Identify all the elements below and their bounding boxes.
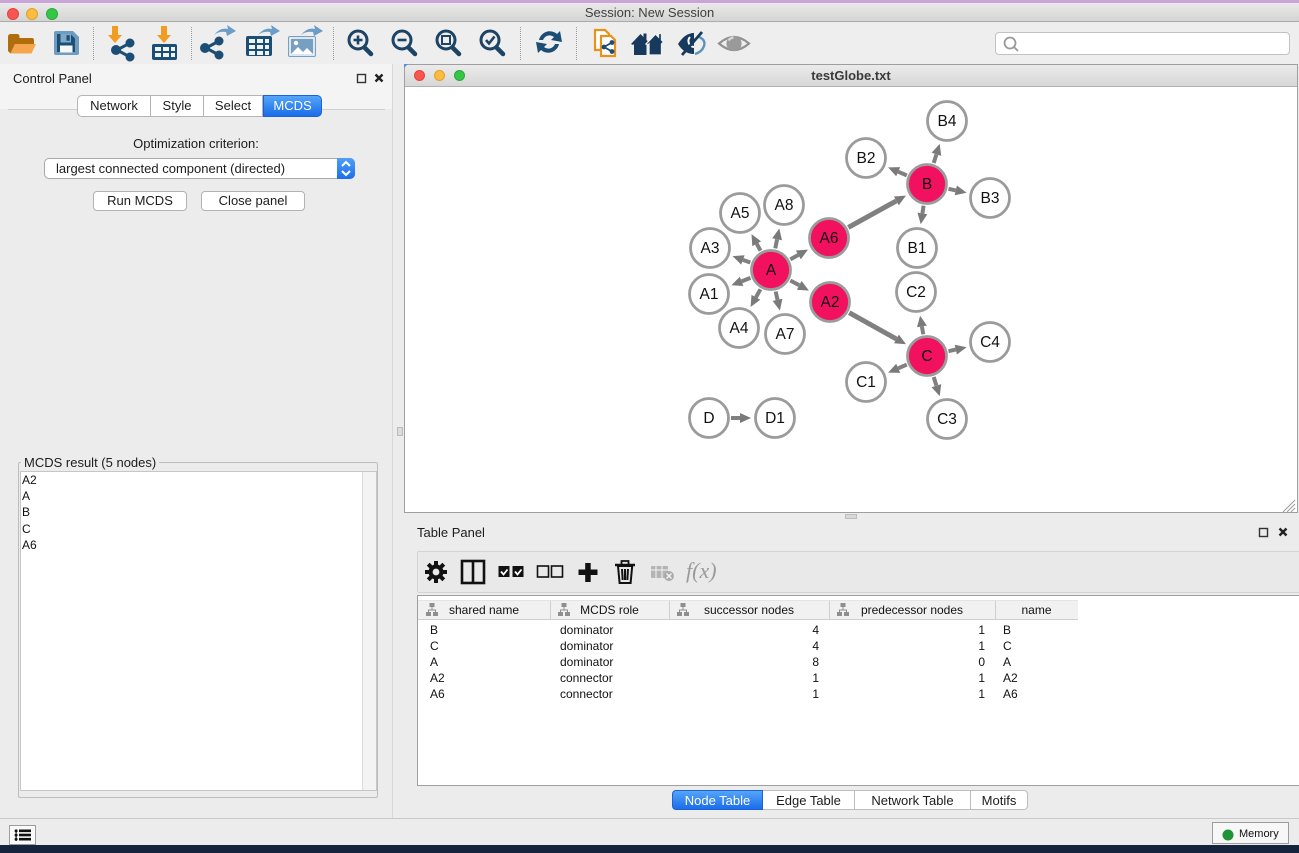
svg-text:B4: B4 — [938, 113, 957, 130]
svg-text:C1: C1 — [856, 374, 876, 391]
svg-text:A2: A2 — [821, 294, 840, 311]
svg-text:A6: A6 — [820, 230, 839, 247]
svg-text:B: B — [922, 176, 932, 193]
svg-text:C4: C4 — [980, 334, 1000, 351]
svg-text:B2: B2 — [857, 150, 876, 167]
svg-text:A5: A5 — [731, 205, 750, 222]
svg-text:C3: C3 — [937, 411, 957, 428]
svg-text:C2: C2 — [906, 284, 926, 301]
svg-text:D: D — [703, 410, 714, 427]
svg-text:B3: B3 — [981, 190, 1000, 207]
svg-text:C: C — [921, 348, 932, 365]
svg-text:B1: B1 — [908, 240, 927, 257]
svg-text:A1: A1 — [700, 286, 719, 303]
svg-text:A7: A7 — [776, 326, 795, 343]
svg-text:D1: D1 — [765, 410, 785, 427]
svg-text:A8: A8 — [775, 197, 794, 214]
svg-text:A3: A3 — [701, 240, 720, 257]
svg-text:A: A — [766, 262, 777, 279]
svg-text:A4: A4 — [730, 320, 749, 337]
